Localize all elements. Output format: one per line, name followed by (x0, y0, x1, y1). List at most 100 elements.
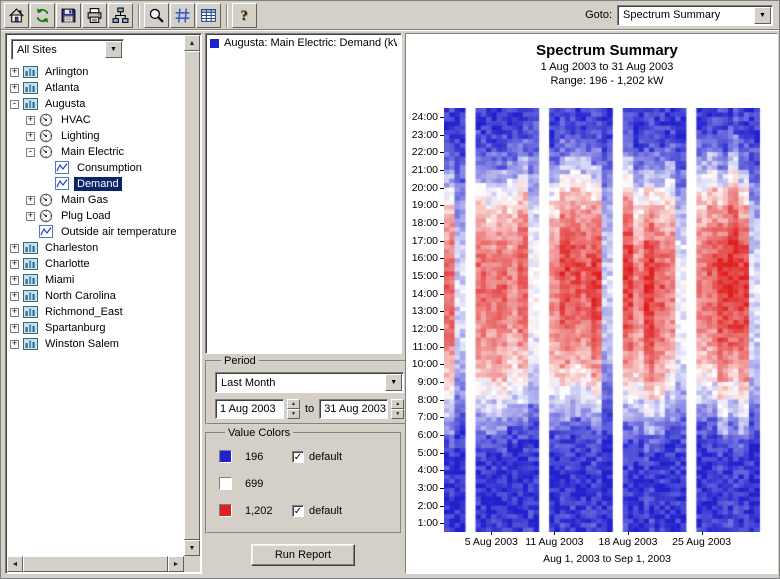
scroll-down-icon[interactable]: ▼ (184, 540, 200, 556)
color-swatch[interactable] (219, 477, 232, 490)
end-date-field[interactable]: 31 Aug 2003 (319, 399, 388, 419)
tree-expander-icon[interactable]: + (10, 260, 19, 269)
tree-item-main-gas[interactable]: + Main Gas (10, 192, 183, 208)
tree-item-label[interactable]: Plug Load (58, 209, 114, 223)
tree-item-outside-air-temperature[interactable]: Outside air temperature (10, 224, 183, 240)
tree-expander-icon[interactable]: + (10, 340, 19, 349)
tree-expander-icon[interactable]: + (10, 84, 19, 93)
tree-expander-icon[interactable]: + (26, 196, 35, 205)
scrollbar-thumb[interactable] (23, 556, 168, 572)
home-button[interactable] (4, 3, 29, 28)
grid-view-button[interactable] (170, 3, 195, 28)
help-button[interactable]: ?? (232, 3, 257, 28)
tree-item-label[interactable]: Charleston (42, 241, 101, 255)
period-group: Period Last Month ▼ 1 Aug 2003 ▲ ▼ to 31… (205, 355, 414, 425)
tree-expander-icon[interactable]: + (10, 68, 19, 77)
tree-item-label[interactable]: Augusta (42, 97, 88, 111)
site-filter-combobox[interactable]: All Sites ▼ (11, 39, 124, 60)
tree-item-charleston[interactable]: + Charleston (10, 240, 183, 256)
default-checkbox[interactable]: ✓ (292, 505, 304, 517)
spin-up-icon[interactable]: ▲ (391, 399, 404, 409)
tree-expander-icon[interactable]: + (26, 116, 35, 125)
tree-item-miami[interactable]: + Miami (10, 272, 183, 288)
start-date-value: 1 Aug 2003 (220, 403, 276, 415)
refresh-button[interactable] (30, 3, 55, 28)
scroll-left-icon[interactable]: ◄ (7, 556, 23, 572)
y-tick-label: 23:00 (406, 129, 438, 141)
spin-down-icon[interactable]: ▼ (287, 409, 300, 419)
tree-item-lighting[interactable]: + Lighting (10, 128, 183, 144)
tree-item-richmond-east[interactable]: + Richmond_East (10, 304, 183, 320)
tree-item-label[interactable]: Atlanta (42, 81, 82, 95)
color-swatch[interactable] (219, 504, 232, 517)
tree-item-augusta[interactable]: - Augusta (10, 96, 183, 112)
tree-expander-icon[interactable]: + (10, 244, 19, 253)
tree-item-hvac[interactable]: + HVAC (10, 112, 183, 128)
tree-item-spartanburg[interactable]: + Spartanburg (10, 320, 183, 336)
tree-item-north-carolina[interactable]: + North Carolina (10, 288, 183, 304)
chevron-down-icon[interactable]: ▼ (105, 41, 122, 58)
tree-expander-icon[interactable]: - (26, 148, 35, 157)
scroll-right-icon[interactable]: ► (168, 556, 184, 572)
refresh-icon (34, 7, 51, 24)
color-swatch[interactable] (219, 450, 232, 463)
tree-item-label[interactable]: Consumption (74, 161, 145, 175)
tree-expander-icon[interactable]: + (10, 292, 19, 301)
horizontal-scrollbar[interactable]: ◄ ► (7, 556, 184, 572)
series-color-swatch (210, 39, 219, 48)
tree-item-label[interactable]: Richmond_East (42, 305, 126, 319)
tree-expander-icon[interactable]: + (26, 132, 35, 141)
vertical-scrollbar[interactable]: ▲ ▼ (184, 35, 200, 556)
tree-item-label[interactable]: HVAC (58, 113, 94, 127)
tree-item-arlington[interactable]: + Arlington (10, 64, 183, 80)
table-view-button[interactable] (196, 3, 221, 28)
tree-item-consumption[interactable]: Consumption (10, 160, 183, 176)
tree-expander-icon[interactable]: + (10, 308, 19, 317)
tree-item-label[interactable]: Winston Salem (42, 337, 122, 351)
tree-item-label[interactable]: Demand (74, 177, 122, 191)
tree-item-plug-load[interactable]: + Plug Load (10, 208, 183, 224)
list-item[interactable]: Augusta: Main Electric: Demand (kW) (210, 37, 397, 49)
y-tick-label: 10:00 (406, 358, 438, 370)
tree-expander-icon[interactable]: - (10, 100, 19, 109)
tree-expander-icon[interactable]: + (10, 276, 19, 285)
start-date-field[interactable]: 1 Aug 2003 (215, 399, 284, 419)
start-date-stepper[interactable]: ▲ ▼ (287, 399, 300, 419)
chevron-down-icon[interactable]: ▼ (754, 7, 771, 24)
tree-expander-icon[interactable]: + (26, 212, 35, 221)
scroll-up-icon[interactable]: ▲ (184, 35, 200, 51)
tree-item-label[interactable]: Main Gas (58, 193, 111, 207)
period-preset-combobox[interactable]: Last Month ▼ (215, 372, 404, 393)
goto-combobox[interactable]: Spectrum Summary ▼ (617, 5, 773, 26)
tree-item-label[interactable]: Miami (42, 273, 77, 287)
tree-item-atlanta[interactable]: + Atlanta (10, 80, 183, 96)
tree-item-main-electric[interactable]: - Main Electric (10, 144, 183, 160)
spin-up-icon[interactable]: ▲ (287, 399, 300, 409)
tree-item-label[interactable]: Main Electric (58, 145, 127, 159)
tree-item-demand[interactable]: Demand (10, 176, 183, 192)
save-button[interactable] (56, 3, 81, 28)
y-tick-label: 3:00 (406, 482, 438, 494)
tree-item-label[interactable]: Charlotte (42, 257, 93, 271)
scrollbar-thumb[interactable] (184, 51, 200, 540)
tree-expander-icon[interactable]: + (10, 324, 19, 333)
end-date-value: 31 Aug 2003 (324, 403, 386, 415)
print-button[interactable] (82, 3, 107, 28)
chevron-down-icon[interactable]: ▼ (385, 374, 402, 391)
tree-item-label[interactable]: North Carolina (42, 289, 119, 303)
tree-item-winston-salem[interactable]: + Winston Salem (10, 336, 183, 352)
end-date-stepper[interactable]: ▲ ▼ (391, 399, 404, 419)
default-checkbox[interactable]: ✓ (292, 451, 304, 463)
tree-item-label[interactable]: Spartanburg (42, 321, 109, 335)
tree-item-label[interactable]: Outside air temperature (58, 225, 180, 239)
y-tick-label: 6:00 (406, 429, 438, 441)
tree-item-label[interactable]: Lighting (58, 129, 103, 143)
tree-item-label[interactable]: Arlington (42, 65, 91, 79)
site-filter-value: All Sites (17, 44, 57, 56)
site-explorer-button[interactable] (108, 3, 133, 28)
zoom-button[interactable] (144, 3, 169, 28)
tree-item-charlotte[interactable]: + Charlotte (10, 256, 183, 272)
spin-down-icon[interactable]: ▼ (391, 409, 404, 419)
period-group-title: Period (221, 355, 259, 367)
run-report-button[interactable]: Run Report (251, 544, 355, 566)
